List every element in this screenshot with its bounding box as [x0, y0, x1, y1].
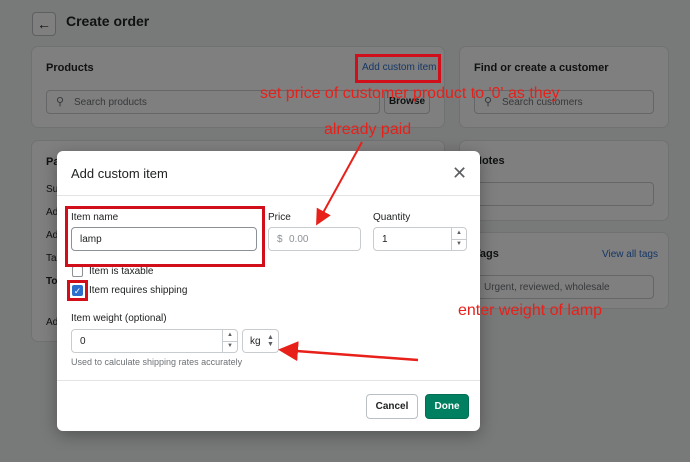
annotation-arrows [278, 141, 419, 362]
arrow-to-weight-unit [278, 341, 419, 362]
arrow-to-price [316, 141, 363, 226]
